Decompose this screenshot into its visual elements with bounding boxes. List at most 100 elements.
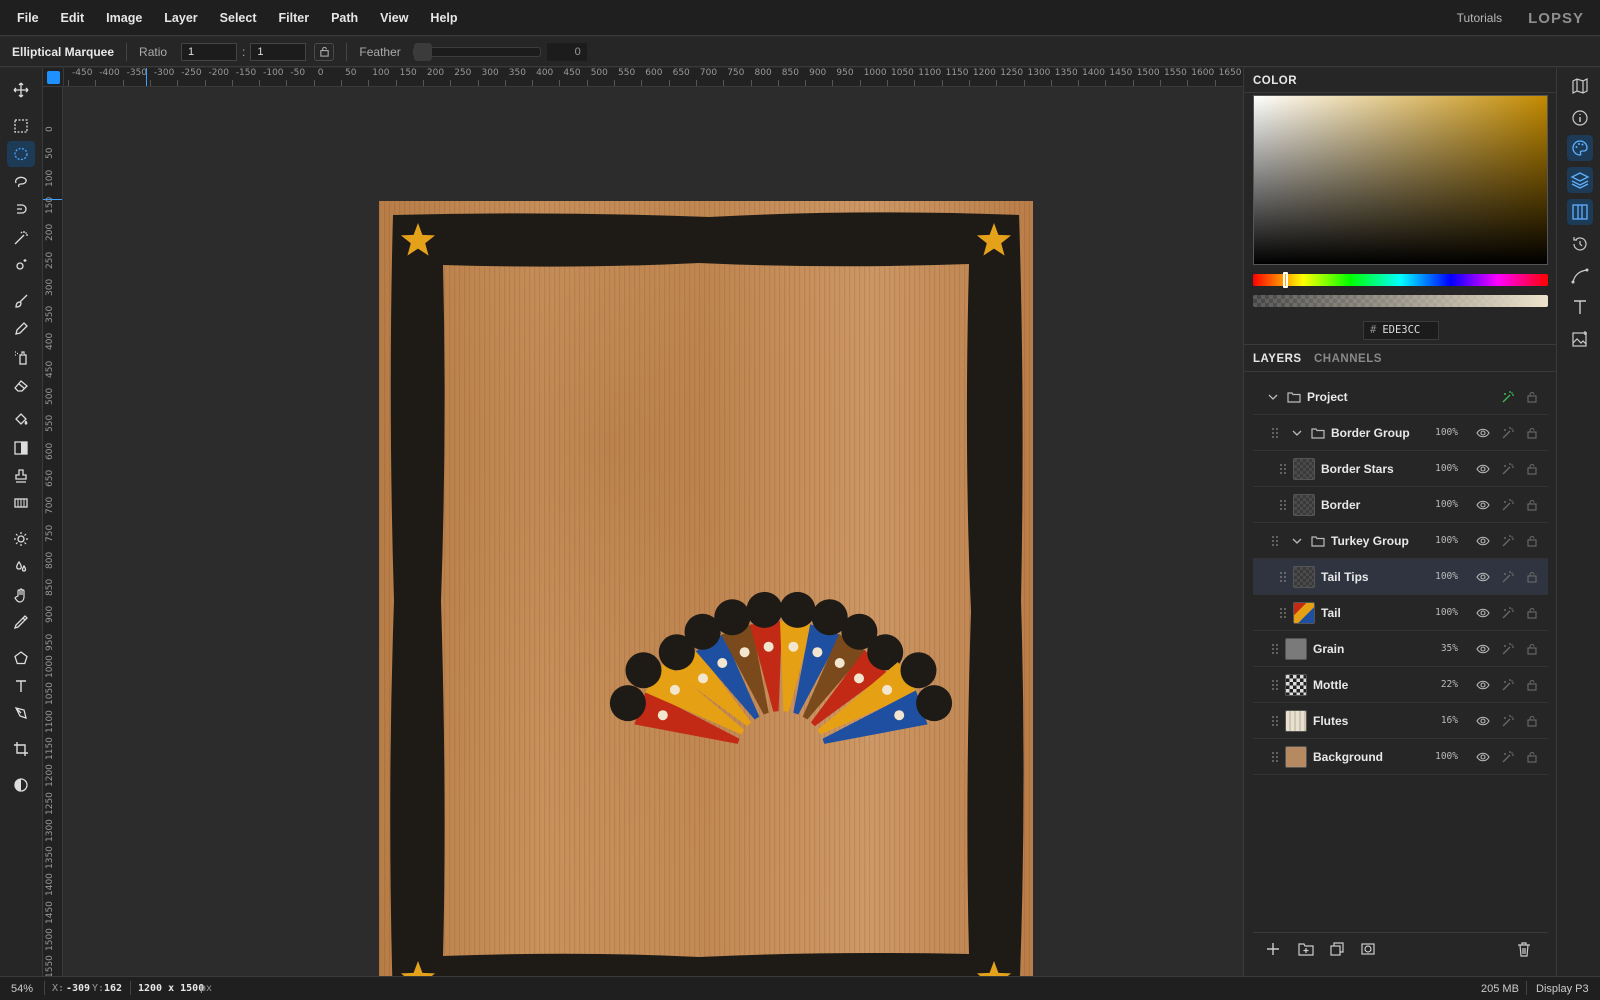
menu-layer[interactable]: Layer bbox=[153, 0, 208, 36]
eye-icon[interactable] bbox=[1476, 678, 1490, 692]
lock-icon[interactable] bbox=[1525, 678, 1539, 692]
mask-layer-icon[interactable] bbox=[1361, 942, 1375, 956]
drag-handle-icon[interactable] bbox=[1271, 427, 1279, 439]
lasso-tool[interactable] bbox=[7, 169, 35, 195]
drag-handle-icon[interactable] bbox=[1279, 499, 1287, 511]
history-icon[interactable] bbox=[1570, 234, 1590, 254]
add-layer-icon[interactable] bbox=[1266, 942, 1280, 956]
feather-slider[interactable] bbox=[412, 42, 541, 61]
menu-file[interactable]: File bbox=[6, 0, 50, 36]
layer-row-project[interactable]: Project bbox=[1253, 379, 1548, 415]
ratio-lock-button[interactable] bbox=[314, 42, 335, 61]
effects-icon[interactable] bbox=[1501, 642, 1515, 656]
rect-marquee-tool[interactable] bbox=[7, 113, 35, 139]
fill-tool[interactable] bbox=[7, 407, 35, 433]
eye-icon[interactable] bbox=[1476, 426, 1490, 440]
drag-handle-icon[interactable] bbox=[1271, 535, 1279, 547]
eye-icon[interactable] bbox=[1476, 606, 1490, 620]
eye-icon[interactable] bbox=[1476, 498, 1490, 512]
gradient-tool[interactable] bbox=[7, 435, 35, 461]
menu-select[interactable]: Select bbox=[209, 0, 268, 36]
layer-opacity[interactable]: 100% bbox=[1435, 535, 1458, 546]
effects-icon[interactable] bbox=[1501, 570, 1515, 584]
lock-icon[interactable] bbox=[1525, 498, 1539, 512]
effects-icon[interactable] bbox=[1501, 750, 1515, 764]
drag-handle-icon[interactable] bbox=[1271, 715, 1279, 727]
canvas-area[interactable] bbox=[64, 88, 1243, 976]
layer-opacity[interactable]: 100% bbox=[1435, 751, 1458, 762]
drag-handle-icon[interactable] bbox=[1279, 463, 1287, 475]
text-tool[interactable] bbox=[7, 673, 35, 699]
info-icon[interactable] bbox=[1570, 108, 1590, 128]
character-icon[interactable] bbox=[1570, 297, 1590, 317]
dodge-tool[interactable] bbox=[7, 526, 35, 552]
layer-opacity[interactable]: 100% bbox=[1435, 427, 1458, 438]
navigator-icon[interactable] bbox=[1570, 76, 1590, 96]
color-palette-icon[interactable] bbox=[1567, 135, 1593, 161]
drag-handle-icon[interactable] bbox=[1271, 751, 1279, 763]
layer-opacity[interactable]: 100% bbox=[1435, 463, 1458, 474]
ratio-width-input[interactable]: 1 bbox=[181, 42, 238, 61]
menu-view[interactable]: View bbox=[369, 0, 419, 36]
delete-layer-icon[interactable] bbox=[1517, 942, 1531, 957]
eye-icon[interactable] bbox=[1476, 750, 1490, 764]
color-picker-field[interactable] bbox=[1253, 95, 1548, 265]
lock-icon[interactable] bbox=[1525, 606, 1539, 620]
hue-slider-handle[interactable] bbox=[1283, 272, 1289, 288]
menu-edit[interactable]: Edit bbox=[50, 0, 96, 36]
image-library-icon[interactable] bbox=[1570, 329, 1590, 349]
layer-row-mottle[interactable]: Mottle 22% bbox=[1253, 667, 1548, 703]
menu-help[interactable]: Help bbox=[419, 0, 468, 36]
chevron-down-icon[interactable] bbox=[1290, 426, 1304, 440]
lock-icon[interactable] bbox=[1525, 570, 1539, 584]
layer-opacity[interactable]: 22% bbox=[1441, 679, 1458, 690]
color-swap-tool[interactable] bbox=[7, 772, 35, 798]
drag-handle-icon[interactable] bbox=[1271, 643, 1279, 655]
layers-icon[interactable] bbox=[1567, 167, 1593, 193]
drag-handle-icon[interactable] bbox=[1279, 607, 1287, 619]
magic-wand-tool[interactable] bbox=[7, 225, 35, 251]
pattern-tool[interactable] bbox=[7, 490, 35, 516]
new-group-icon[interactable] bbox=[1298, 942, 1314, 956]
paths-icon[interactable] bbox=[1570, 266, 1590, 286]
layer-row-border-group[interactable]: Border Group 100% bbox=[1253, 415, 1548, 451]
alpha-slider[interactable] bbox=[1253, 295, 1548, 307]
quick-selection-tool[interactable] bbox=[7, 252, 35, 278]
eyedropper-tool[interactable] bbox=[7, 609, 35, 635]
spray-tool[interactable] bbox=[7, 344, 35, 370]
layer-opacity[interactable]: 35% bbox=[1441, 643, 1458, 654]
ratio-height-input[interactable]: 1 bbox=[250, 42, 307, 61]
hex-color-input[interactable]: # EDE3CC bbox=[1363, 321, 1439, 340]
menu-image[interactable]: Image bbox=[95, 0, 153, 36]
stamp-tool[interactable] bbox=[7, 463, 35, 489]
effects-icon[interactable] bbox=[1501, 462, 1515, 476]
lock-icon[interactable] bbox=[1525, 750, 1539, 764]
effects-icon[interactable] bbox=[1501, 426, 1515, 440]
tab-layers[interactable]: LAYERS bbox=[1253, 353, 1302, 365]
lock-icon[interactable] bbox=[1525, 390, 1539, 404]
layer-row-turkey-group[interactable]: Turkey Group 100% bbox=[1253, 523, 1548, 559]
eye-icon[interactable] bbox=[1476, 534, 1490, 548]
color-profile[interactable]: Display P3 bbox=[1536, 983, 1589, 995]
effects-icon[interactable] bbox=[1501, 606, 1515, 620]
duplicate-layer-icon[interactable] bbox=[1330, 942, 1344, 956]
eye-icon[interactable] bbox=[1476, 570, 1490, 584]
magnetic-lasso-tool[interactable] bbox=[7, 197, 35, 223]
menu-filter[interactable]: Filter bbox=[268, 0, 321, 36]
drag-handle-icon[interactable] bbox=[1271, 679, 1279, 691]
lock-icon[interactable] bbox=[1525, 642, 1539, 656]
channels-icon[interactable] bbox=[1567, 199, 1593, 225]
layer-row-border[interactable]: Border 100% bbox=[1253, 487, 1548, 523]
eye-icon[interactable] bbox=[1476, 462, 1490, 476]
effects-icon[interactable] bbox=[1501, 390, 1515, 404]
tab-channels[interactable]: CHANNELS bbox=[1314, 353, 1382, 365]
foreground-color-swatch[interactable] bbox=[47, 71, 60, 84]
layer-row-tail-tips[interactable]: Tail Tips 100% bbox=[1253, 559, 1548, 595]
pen-tool[interactable] bbox=[7, 700, 35, 726]
lock-icon[interactable] bbox=[1525, 426, 1539, 440]
feather-value-input[interactable]: 0 bbox=[546, 42, 587, 61]
hue-slider[interactable] bbox=[1253, 272, 1548, 288]
move-tool[interactable] bbox=[7, 77, 35, 103]
eye-icon[interactable] bbox=[1476, 714, 1490, 728]
layer-row-background[interactable]: Background 100% bbox=[1253, 739, 1548, 775]
